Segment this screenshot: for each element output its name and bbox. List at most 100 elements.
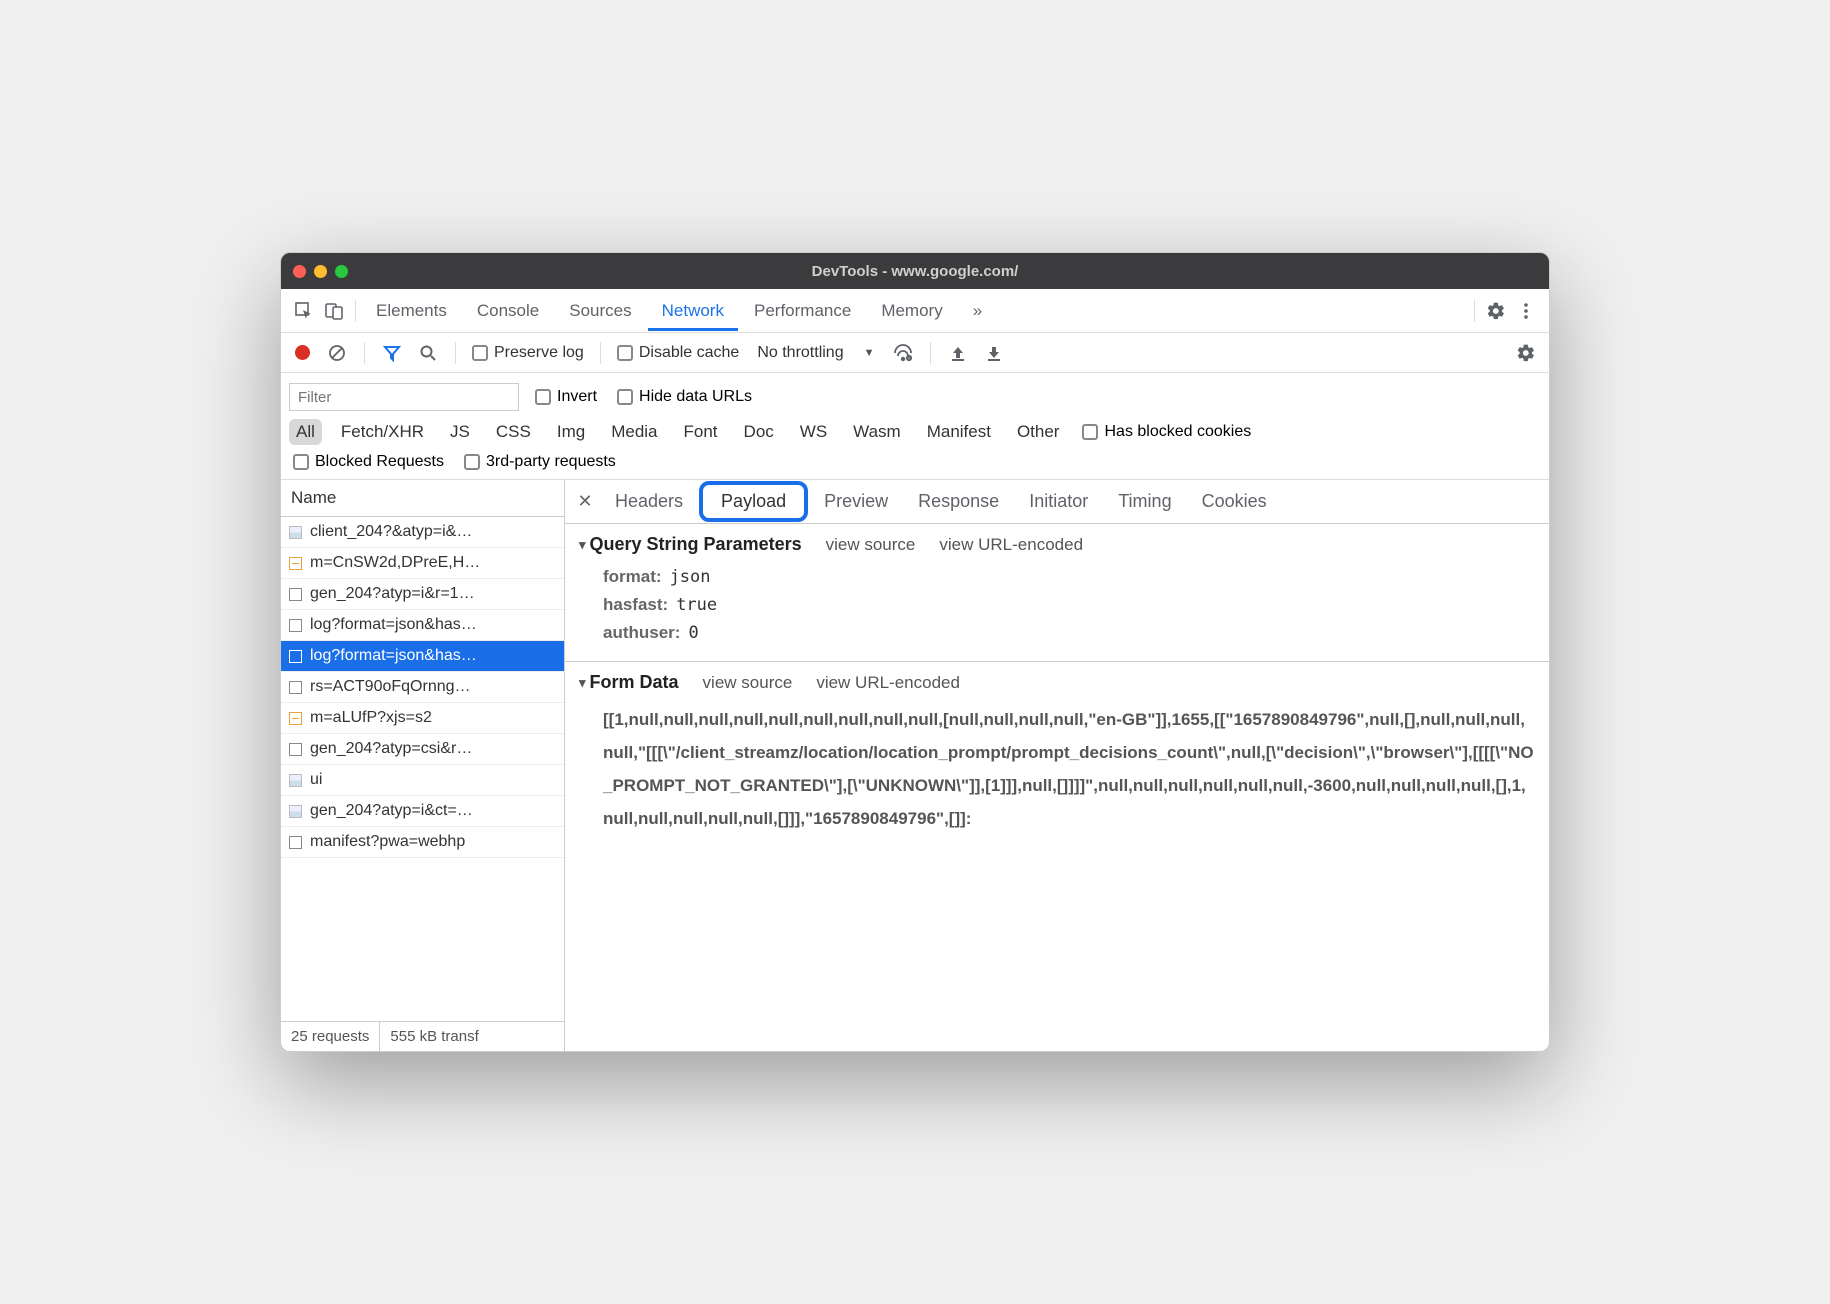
has-blocked-cookies-checkbox[interactable]: Has blocked cookies — [1078, 423, 1255, 441]
filter-type-manifest[interactable]: Manifest — [920, 419, 998, 445]
upload-har-icon[interactable] — [943, 338, 973, 368]
filter-type-doc[interactable]: Doc — [737, 419, 781, 445]
tab-network[interactable]: Network — [648, 291, 738, 331]
filter-type-js[interactable]: JS — [443, 419, 477, 445]
filter-type-other[interactable]: Other — [1010, 419, 1067, 445]
query-view-encoded-link[interactable]: view URL-encoded — [939, 535, 1083, 555]
request-detail-pane: ✕ Headers Payload Preview Response Initi… — [565, 480, 1549, 1051]
query-param-row: authuser:0 — [603, 619, 1535, 647]
request-row[interactable]: log?format=json&has… — [281, 641, 564, 672]
more-menu-icon[interactable] — [1511, 296, 1541, 326]
record-button[interactable] — [295, 345, 310, 360]
filter-type-wasm[interactable]: Wasm — [846, 419, 908, 445]
request-row[interactable]: manifest?pwa=webhp — [281, 827, 564, 858]
chevron-down-icon: ▼ — [850, 347, 875, 359]
minimize-window-button[interactable] — [314, 265, 327, 278]
filter-input[interactable] — [289, 383, 519, 411]
form-view-encoded-link[interactable]: view URL-encoded — [816, 673, 960, 693]
name-column-header[interactable]: Name — [281, 480, 564, 517]
third-party-label: 3rd-party requests — [486, 453, 616, 471]
third-party-checkbox[interactable]: 3rd-party requests — [460, 453, 620, 471]
preserve-log-checkbox[interactable]: Preserve log — [468, 344, 588, 362]
form-data-title[interactable]: Form Data — [579, 672, 679, 693]
download-har-icon[interactable] — [979, 338, 1009, 368]
titlebar: DevTools - www.google.com/ — [281, 253, 1549, 289]
param-value: true — [676, 595, 717, 615]
request-list[interactable]: client_204?&atyp=i&… m=CnSW2d,DPreE,H… gen… — [281, 517, 564, 1021]
form-data-section: Form Data view source view URL-encoded [… — [565, 662, 1549, 850]
invert-label: Invert — [557, 388, 597, 406]
settings-gear-icon[interactable] — [1481, 296, 1511, 326]
detail-tab-response[interactable]: Response — [904, 483, 1013, 520]
filter-type-css[interactable]: CSS — [489, 419, 538, 445]
request-row[interactable]: gen_204?atyp=csi&r… — [281, 734, 564, 765]
filter-type-fetchxhr[interactable]: Fetch/XHR — [334, 419, 431, 445]
tab-memory[interactable]: Memory — [867, 291, 956, 331]
request-name: log?format=json&has… — [310, 616, 477, 634]
device-toolbar-icon[interactable] — [319, 296, 349, 326]
param-value: json — [670, 567, 711, 587]
close-window-button[interactable] — [293, 265, 306, 278]
network-toolbar: Preserve log Disable cache No throttling… — [281, 333, 1549, 373]
filter-type-media[interactable]: Media — [604, 419, 664, 445]
request-name: m=CnSW2d,DPreE,H… — [310, 554, 480, 572]
form-data-body: [[1,null,null,null,null,null,null,null,n… — [579, 693, 1535, 836]
query-string-title[interactable]: Query String Parameters — [579, 534, 802, 555]
network-conditions-icon[interactable] — [888, 338, 918, 368]
filter-type-img[interactable]: Img — [550, 419, 592, 445]
detail-tabs: ✕ Headers Payload Preview Response Initi… — [565, 480, 1549, 524]
request-row[interactable]: gen_204?atyp=i&ct=… — [281, 796, 564, 827]
status-request-count: 25 requests — [281, 1022, 380, 1051]
request-row[interactable]: log?format=json&has… — [281, 610, 564, 641]
detail-tab-payload[interactable]: Payload — [699, 481, 808, 522]
detail-tab-timing[interactable]: Timing — [1104, 483, 1185, 520]
network-settings-gear-icon[interactable] — [1511, 338, 1541, 368]
tab-elements[interactable]: Elements — [362, 291, 461, 331]
maximize-window-button[interactable] — [335, 265, 348, 278]
status-bar: 25 requests 555 kB transf — [281, 1021, 564, 1051]
devtools-window: DevTools - www.google.com/ Elements Cons… — [280, 252, 1550, 1052]
detail-body: Query String Parameters view source view… — [565, 524, 1549, 1051]
tab-sources[interactable]: Sources — [555, 291, 645, 331]
preserve-log-label: Preserve log — [494, 344, 584, 362]
filter-toggle-icon[interactable] — [377, 338, 407, 368]
filter-type-ws[interactable]: WS — [793, 419, 834, 445]
tab-performance[interactable]: Performance — [740, 291, 865, 331]
request-row[interactable]: client_204?&atyp=i&… — [281, 517, 564, 548]
throttling-select[interactable]: No throttling ▼ — [749, 344, 882, 362]
js-file-icon — [289, 712, 302, 725]
request-name: rs=ACT90oFqOrnng… — [310, 678, 471, 696]
main-toolbar: Elements Console Sources Network Perform… — [281, 289, 1549, 333]
request-row[interactable]: m=CnSW2d,DPreE,H… — [281, 548, 564, 579]
request-row[interactable]: ui — [281, 765, 564, 796]
tabs-overflow-button[interactable]: » — [959, 291, 996, 331]
blocked-requests-checkbox[interactable]: Blocked Requests — [289, 453, 448, 471]
request-name: ui — [310, 771, 322, 789]
request-row[interactable]: rs=ACT90oFqOrnng… — [281, 672, 564, 703]
clear-icon[interactable] — [322, 338, 352, 368]
form-view-source-link[interactable]: view source — [703, 673, 793, 693]
inspect-element-icon[interactable] — [289, 296, 319, 326]
query-view-source-link[interactable]: view source — [826, 535, 916, 555]
detail-tab-headers[interactable]: Headers — [601, 483, 697, 520]
filter-type-all[interactable]: All — [289, 419, 322, 445]
detail-tab-preview[interactable]: Preview — [810, 483, 902, 520]
search-icon[interactable] — [413, 338, 443, 368]
detail-tab-initiator[interactable]: Initiator — [1015, 483, 1102, 520]
query-string-section: Query String Parameters view source view… — [565, 524, 1549, 662]
filter-type-font[interactable]: Font — [677, 419, 725, 445]
request-row[interactable]: gen_204?atyp=i&r=1… — [281, 579, 564, 610]
tab-console[interactable]: Console — [463, 291, 553, 331]
invert-checkbox[interactable]: Invert — [531, 388, 601, 406]
param-key: hasfast: — [603, 595, 668, 615]
request-row[interactable]: m=aLUfP?xjs=s2 — [281, 703, 564, 734]
filter-bar: Invert Hide data URLs All Fetch/XHR JS C… — [281, 373, 1549, 480]
hide-data-urls-checkbox[interactable]: Hide data URLs — [613, 388, 756, 406]
has-blocked-cookies-label: Has blocked cookies — [1104, 423, 1251, 441]
detail-tab-cookies[interactable]: Cookies — [1188, 483, 1281, 520]
disable-cache-checkbox[interactable]: Disable cache — [613, 344, 744, 362]
close-detail-button[interactable]: ✕ — [571, 491, 599, 512]
doc-file-icon — [289, 836, 302, 849]
img-file-icon — [289, 774, 302, 787]
throttling-value: No throttling — [757, 344, 843, 362]
